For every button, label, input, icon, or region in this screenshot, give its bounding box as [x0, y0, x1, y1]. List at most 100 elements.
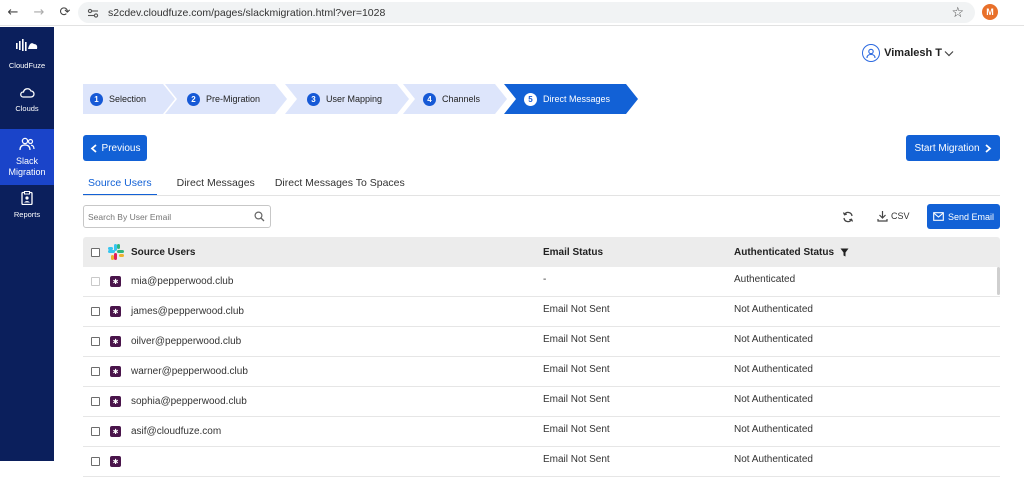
cloud-icon [20, 88, 35, 98]
step-number: 1 [90, 92, 103, 106]
cloudfuze-logo-icon [16, 39, 38, 51]
user-email: oilver@pepperwood.club [131, 336, 242, 347]
select-all-checkbox[interactable] [90, 247, 100, 257]
bookmark-star-icon[interactable]: ☆ [951, 5, 964, 21]
table-header: Source Users Email Status Authenticated … [83, 237, 1000, 267]
email-status: Email Not Sent [543, 394, 610, 405]
slack-user-icon: ✱ [110, 336, 121, 347]
row-checkbox[interactable] [90, 367, 100, 376]
brand-logo[interactable]: CloudFuze [0, 37, 54, 77]
row-checkbox[interactable] [90, 307, 100, 316]
user-menu[interactable]: Vimalesh T [862, 44, 954, 62]
column-email-status: Email Status [543, 246, 604, 258]
auth-status: Not Authenticated [734, 304, 813, 315]
auth-status: Not Authenticated [734, 334, 813, 345]
csv-label: CSV [891, 211, 910, 221]
slack-user-icon: ✱ [110, 276, 121, 287]
step-pre-migration[interactable]: 2 Pre-Migration [165, 84, 287, 114]
table-row[interactable]: ✱ james@pepperwood.club Email Not Sent No… [83, 297, 1000, 327]
step-number: 2 [187, 92, 200, 106]
email-status: Email Not Sent [543, 304, 610, 315]
table-scrollbar[interactable] [997, 267, 1000, 295]
step-selection[interactable]: 1 Selection [83, 84, 175, 114]
filter-icon[interactable] [840, 248, 849, 257]
step-number: 4 [423, 92, 436, 106]
previous-button[interactable]: Previous [83, 135, 147, 161]
row-checkbox[interactable] [90, 457, 100, 466]
step-number: 3 [307, 92, 320, 106]
table-row[interactable]: ✱ mia@pepperwood.club - Authenticated [83, 267, 1000, 297]
sidebar-item-clouds[interactable]: Clouds [0, 83, 54, 123]
browser-toolbar: ← → ⟳ s2cdev.cloudfuze.com/pages/slackmi… [0, 0, 1024, 26]
step-label: Selection [109, 94, 147, 104]
site-settings-icon[interactable] [86, 6, 100, 20]
start-migration-button[interactable]: Start Migration [906, 135, 1000, 161]
slack-user-icon: ✱ [110, 426, 121, 437]
tab-direct-messages[interactable]: Direct Messages [177, 172, 255, 196]
search-input[interactable] [88, 211, 248, 222]
previous-label: Previous [101, 142, 141, 154]
column-authenticated-status: Authenticated Status [734, 247, 1000, 258]
sidebar-item-label: Reports [13, 210, 41, 219]
table-row[interactable]: ✱ warner@pepperwood.club Email Not Sent N… [83, 357, 1000, 387]
step-user-mapping[interactable]: 3 User Mapping [285, 84, 409, 114]
user-email: james@pepperwood.club [131, 306, 244, 317]
csv-download-button[interactable]: CSV [877, 210, 910, 222]
auth-status: Not Authenticated [734, 394, 813, 405]
table-row[interactable]: ✱ Email Not Sent Not Authenticated [83, 447, 1000, 477]
row-checkbox[interactable] [90, 427, 100, 436]
sidebar: CloudFuze Clouds Slack Migration Reports [0, 27, 54, 461]
slack-user-icon: ✱ [110, 306, 121, 317]
email-status: - [543, 274, 547, 285]
table-row[interactable]: ✱ asif@cloudfuze.com Email Not Sent Not A… [83, 417, 1000, 447]
step-channels[interactable]: 4 Channels [403, 84, 507, 114]
sidebar-item-reports[interactable]: Reports [0, 191, 54, 231]
tab-source-users[interactable]: Source Users [83, 172, 157, 196]
email-status: Email Not Sent [543, 454, 610, 465]
users-icon [19, 137, 35, 151]
back-icon[interactable]: ← [0, 0, 26, 26]
step-number: 5 [524, 92, 537, 106]
step-label: Pre-Migration [206, 94, 261, 104]
row-checkbox[interactable] [90, 277, 100, 286]
auth-status: Authenticated [734, 274, 796, 285]
row-checkbox[interactable] [90, 337, 100, 346]
browser-profile-avatar[interactable]: M [982, 4, 998, 20]
slack-user-icon: ✱ [110, 396, 121, 407]
auth-status: Not Authenticated [734, 454, 813, 465]
table-row[interactable]: ✱ sophia@pepperwood.club Email Not Sent N… [83, 387, 1000, 417]
sidebar-item-slack-migration[interactable]: Slack Migration [0, 129, 54, 185]
content-tabs: Source Users Direct Messages Direct Mess… [83, 172, 425, 196]
email-status: Email Not Sent [543, 334, 610, 345]
report-icon [21, 191, 33, 205]
send-email-button[interactable]: Send Email [927, 204, 1000, 229]
slack-user-icon: ✱ [110, 366, 121, 377]
chevron-down-icon [944, 50, 954, 56]
tab-direct-messages-to-spaces[interactable]: Direct Messages To Spaces [275, 172, 405, 196]
url-text: s2cdev.cloudfuze.com/pages/slackmigratio… [108, 6, 386, 19]
step-label: Direct Messages [543, 94, 611, 104]
sidebar-item-label: Clouds [15, 104, 39, 113]
slack-logo-icon [108, 244, 124, 260]
send-email-label: Send Email [947, 211, 995, 222]
row-checkbox[interactable] [90, 397, 100, 406]
column-source-users: Source Users [131, 246, 196, 258]
address-bar[interactable]: s2cdev.cloudfuze.com/pages/slackmigratio… [78, 2, 975, 23]
reload-icon[interactable]: ⟳ [52, 0, 78, 26]
user-email: sophia@pepperwood.club [131, 396, 247, 407]
email-status: Email Not Sent [543, 424, 610, 435]
step-direct-messages[interactable]: 5 Direct Messages [504, 84, 638, 114]
user-email: mia@pepperwood.club [131, 276, 234, 287]
table-row[interactable]: ✱ oilver@pepperwood.club Email Not Sent N… [83, 327, 1000, 357]
search-icon[interactable] [254, 211, 265, 222]
app-header: Vimalesh T [54, 27, 1024, 82]
email-status: Email Not Sent [543, 364, 610, 375]
refresh-icon[interactable] [842, 211, 854, 223]
start-migration-label: Start Migration [914, 142, 980, 154]
forward-icon[interactable]: → [26, 0, 52, 26]
sidebar-item-label: Slack Migration [8, 156, 46, 178]
download-icon [877, 211, 888, 222]
column-authenticated-status-label: Authenticated Status [734, 246, 835, 258]
chevron-left-icon [90, 143, 97, 153]
user-name: Vimalesh T [884, 47, 942, 59]
